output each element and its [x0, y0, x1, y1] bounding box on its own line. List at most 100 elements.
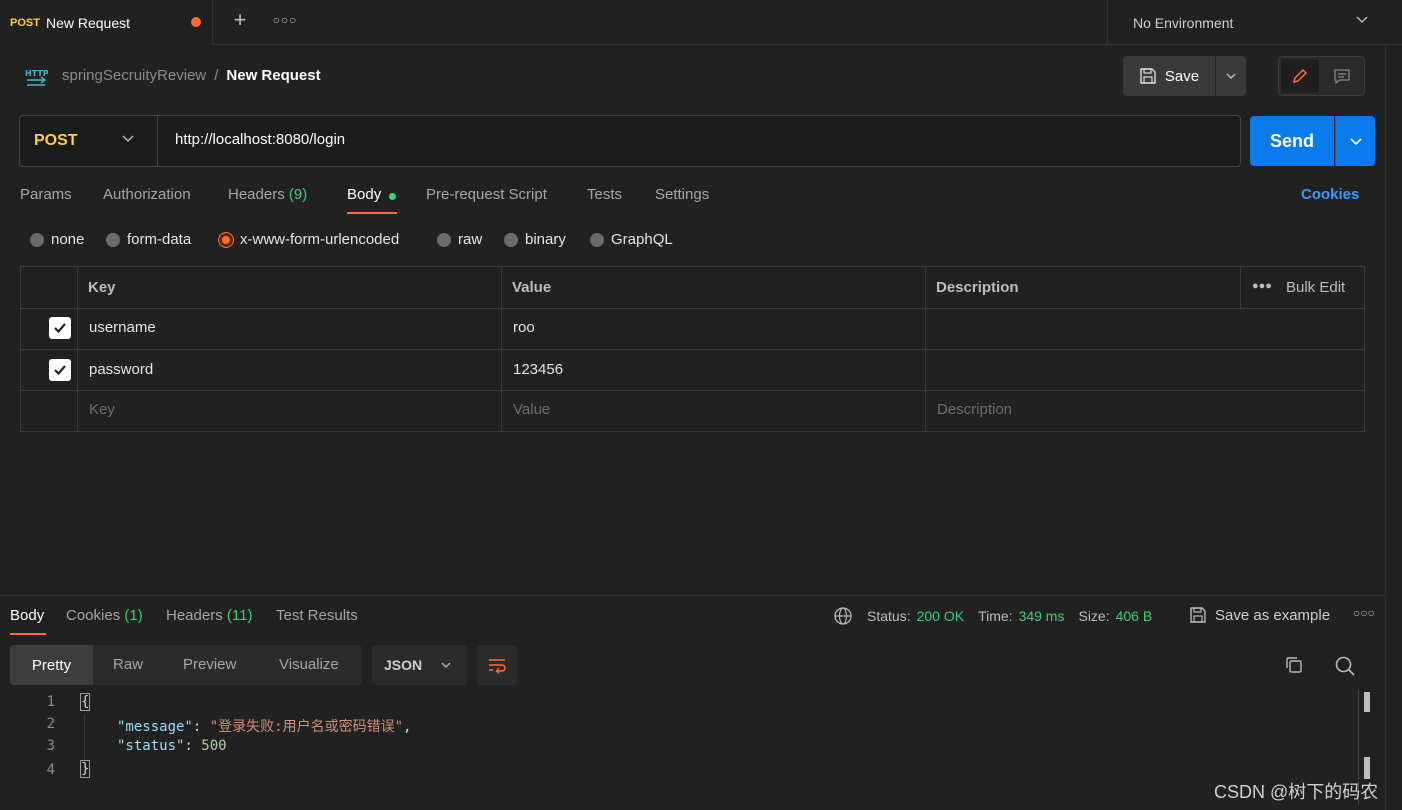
send-button[interactable]: Send [1250, 116, 1334, 166]
tab-headers[interactable]: Headers (9) [228, 186, 307, 203]
table-divider [20, 308, 1365, 309]
column-header-description: Description [936, 279, 1019, 296]
code-line: } [79, 760, 91, 778]
format-label: JSON [384, 657, 423, 673]
radio-none[interactable]: none [30, 231, 84, 248]
table-column-divider [1240, 266, 1241, 308]
view-preview-button[interactable]: Preview [183, 656, 236, 673]
pencil-icon[interactable] [1281, 59, 1319, 93]
globe-icon[interactable] [833, 606, 853, 626]
breadcrumb-separator: / [214, 67, 219, 84]
response-tab-headers[interactable]: Headers (11) [166, 607, 252, 624]
view-visualize-button[interactable]: Visualize [279, 656, 339, 673]
json-key: "message" [117, 719, 193, 735]
new-description-input[interactable]: Description [937, 401, 1012, 418]
new-tab-plus-icon[interactable]: + [226, 7, 254, 35]
tab-headers-label: Headers [228, 186, 285, 203]
size-value[interactable]: 406 B [1116, 608, 1153, 624]
url-input[interactable]: http://localhost:8080/login [175, 131, 345, 148]
view-pretty-button[interactable]: Pretty [10, 645, 93, 685]
view-raw-button[interactable]: Raw [113, 656, 143, 673]
status-value[interactable]: 200 OK [917, 608, 964, 624]
radio-label: none [51, 231, 85, 248]
time-value[interactable]: 349 ms [1019, 608, 1065, 624]
indent-guide [84, 714, 85, 762]
radio-circle-icon [504, 232, 518, 247]
response-tab-body[interactable]: Body [10, 607, 44, 624]
breadcrumb-request-name[interactable]: New Request [226, 67, 320, 84]
response-tab-cookies[interactable]: Cookies (1) [66, 607, 143, 624]
panel-border [1385, 45, 1386, 810]
breadcrumb: springSecruityReview / New Request [62, 67, 321, 84]
radio-raw[interactable]: raw [437, 231, 482, 248]
response-tab-cookies-label: Cookies [66, 607, 121, 624]
active-tab-underline [10, 633, 46, 635]
radio-circle-icon [30, 232, 44, 247]
save-dropdown-chevron-icon[interactable] [1216, 56, 1246, 96]
code-line: { [79, 693, 91, 711]
time-label: Time: [978, 608, 1013, 624]
radio-binary[interactable]: binary [504, 231, 566, 248]
tab-body[interactable]: Body [347, 186, 381, 203]
row-checkbox[interactable] [49, 317, 71, 339]
row-key[interactable]: username [89, 319, 156, 336]
save-as-example-button[interactable]: Save as example [1189, 606, 1330, 624]
row-value[interactable]: 123456 [513, 361, 563, 378]
more-options-icon[interactable]: ○○○ [1353, 606, 1375, 620]
tab-settings[interactable]: Settings [655, 186, 709, 203]
open-brace: { [79, 693, 91, 711]
radio-label: GraphQL [611, 231, 673, 248]
tab-tests[interactable]: Tests [587, 186, 622, 203]
response-tab-headers-count: (11) [226, 607, 253, 624]
tab-method-label: POST [10, 16, 40, 29]
more-options-icon[interactable]: ●●● [1252, 280, 1272, 292]
chevron-down-icon[interactable] [121, 131, 135, 149]
save-button[interactable]: Save [1123, 56, 1215, 96]
new-key-input[interactable]: Key [89, 401, 115, 418]
response-tab-headers-label: Headers [166, 607, 223, 624]
table-divider [20, 349, 1365, 350]
search-icon[interactable] [1334, 655, 1356, 681]
json-number-value: 500 [201, 738, 227, 754]
line-number: 3 [46, 738, 55, 754]
radio-graphql[interactable]: GraphQL [590, 231, 673, 248]
radio-x-www-form-urlencoded[interactable]: x-www-form-urlencoded [219, 231, 399, 248]
method-select[interactable]: POST [20, 116, 158, 166]
radio-circle-icon [590, 232, 604, 247]
scrollbar-marker[interactable] [1364, 757, 1370, 779]
radio-circle-icon [106, 232, 120, 247]
cookies-link[interactable]: Cookies [1301, 186, 1359, 203]
radio-form-data[interactable]: form-data [106, 231, 191, 248]
new-value-input[interactable]: Value [513, 401, 550, 418]
chevron-down-icon[interactable] [1355, 12, 1369, 29]
json-key: "status" [117, 738, 185, 754]
tab-pre-request-script[interactable]: Pre-request Script [426, 186, 547, 203]
send-dropdown-chevron-icon[interactable] [1335, 116, 1375, 166]
scrollbar-marker[interactable] [1364, 692, 1370, 712]
checkmark-icon [54, 365, 66, 376]
row-value[interactable]: roo [513, 319, 535, 336]
code-line: "message": "登录失败:用户名或密码错误", [117, 719, 412, 735]
radio-label: raw [458, 231, 483, 248]
http-icon: HTTP [24, 65, 49, 89]
more-tabs-icon[interactable]: ○○○ [272, 8, 298, 34]
wrap-lines-icon[interactable] [477, 645, 517, 685]
copy-icon[interactable] [1284, 655, 1304, 679]
breadcrumb-collection[interactable]: springSecruityReview [62, 67, 206, 84]
response-tab-test-results[interactable]: Test Results [276, 607, 358, 624]
bulk-edit-button[interactable]: Bulk Edit [1286, 279, 1345, 296]
table-column-divider [925, 266, 926, 432]
response-divider[interactable] [0, 595, 1385, 596]
tab-params[interactable]: Params [20, 186, 72, 203]
row-checkbox[interactable] [49, 359, 71, 381]
row-key[interactable]: password [89, 361, 153, 378]
table-divider [20, 390, 1365, 391]
format-select[interactable]: JSON [372, 645, 467, 685]
save-icon [1140, 68, 1156, 84]
response-tab-cookies-count: (1) [124, 607, 143, 624]
unsaved-dot-icon [191, 17, 201, 27]
comment-icon[interactable] [1322, 59, 1362, 93]
radio-circle-icon [437, 232, 451, 247]
tab-new-request[interactable]: POST New Request [0, 0, 213, 45]
tab-authorization[interactable]: Authorization [103, 186, 191, 203]
